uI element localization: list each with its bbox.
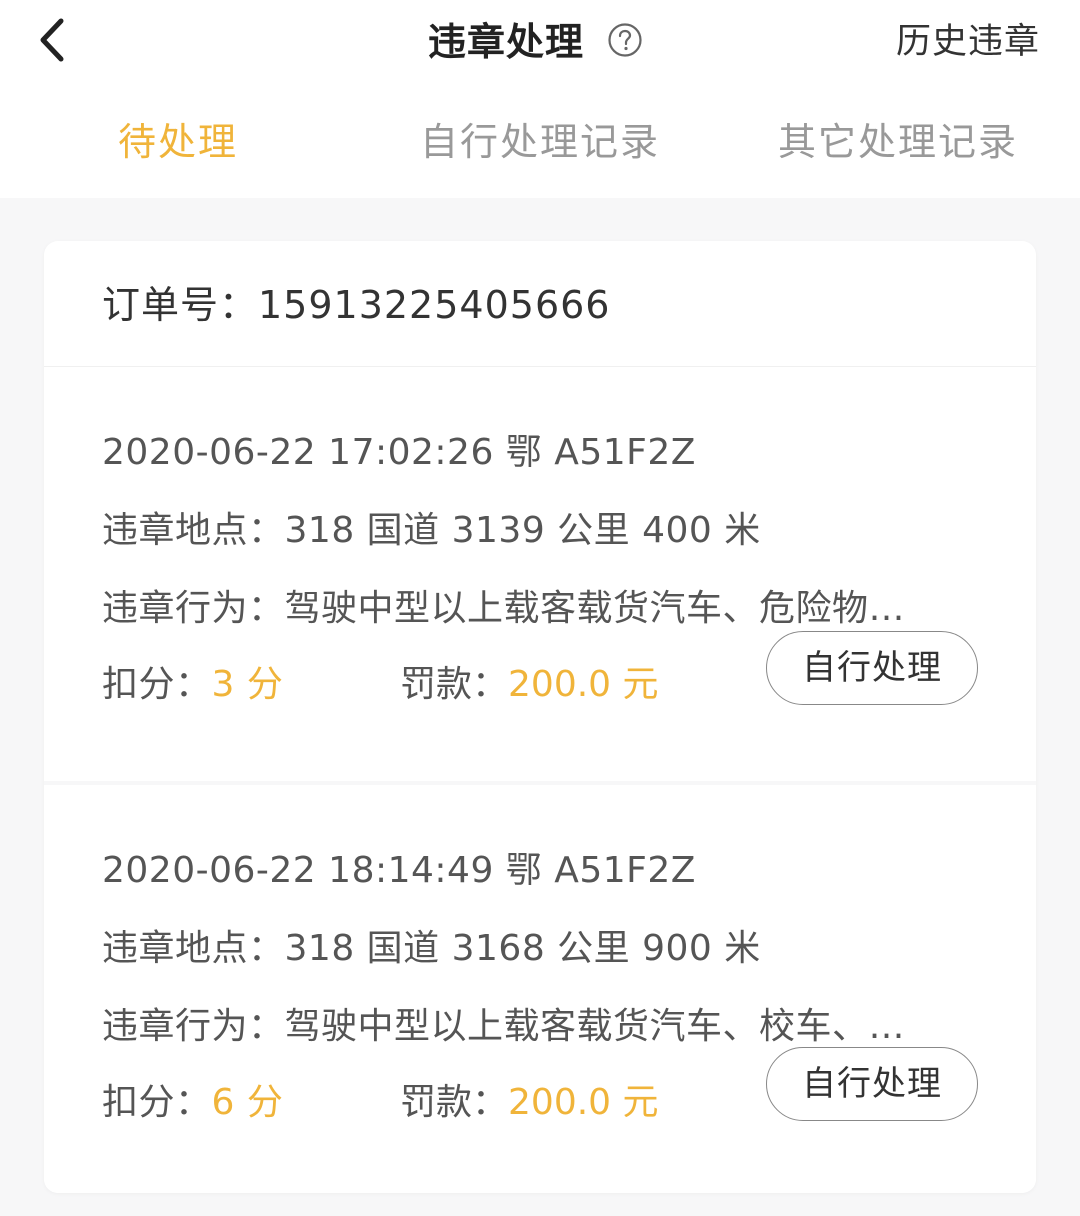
score-label: 扣分： bbox=[102, 1082, 212, 1123]
violation-location: 违章地点：318 国道 3139 公里 400 米 bbox=[102, 507, 761, 555]
order-number: 订单号：15913225405666 bbox=[102, 283, 611, 327]
fine-value: 200.0 元 bbox=[508, 1082, 659, 1123]
violation-time-plate: 2020-06-22 17:02:26 鄂 A51F2Z bbox=[102, 432, 696, 473]
order-header: 订单号：15913225405666 bbox=[44, 241, 1036, 367]
violation-behavior-label: 违章行为： bbox=[102, 588, 285, 629]
history-violations-link[interactable]: 历史违章 bbox=[896, 14, 1040, 70]
violation-behavior-value: 驾驶中型以上载客载货汽车、校车、… bbox=[284, 1006, 906, 1047]
score-value: 6 分 bbox=[211, 1082, 284, 1123]
score-label: 扣分： bbox=[102, 664, 212, 705]
order-card: 订单号：15913225405666 2020-06-22 17:02:26 鄂… bbox=[44, 241, 1036, 1193]
tab-other-processed-records[interactable]: 其它处理记录 bbox=[778, 104, 1018, 180]
violation-score: 扣分：3 分 bbox=[102, 661, 283, 709]
violation-behavior-label: 违章行为： bbox=[102, 1006, 285, 1047]
fine-value: 200.0 元 bbox=[508, 664, 659, 705]
fine-label: 罚款： bbox=[400, 1082, 509, 1123]
violation-behavior-value: 驾驶中型以上载客载货汽车、危险物… bbox=[284, 588, 906, 629]
tab-pending[interactable]: 待处理 bbox=[118, 104, 238, 180]
tab-bar: 待处理 自行处理记录 其它处理记录 bbox=[0, 104, 1080, 180]
violation-location-value: 318 国道 3139 公里 400 米 bbox=[284, 510, 761, 551]
self-process-button[interactable]: 自行处理 bbox=[766, 1047, 978, 1121]
violation-item: 2020-06-22 17:02:26 鄂 A51F2Z 违章地点：318 国道… bbox=[44, 367, 1036, 779]
violation-location-value: 318 国道 3168 公里 900 米 bbox=[284, 928, 761, 969]
navigation-bar: 违章处理 历史违章 bbox=[0, 0, 1080, 84]
violation-location-label: 违章地点： bbox=[102, 928, 285, 969]
violation-time-plate: 2020-06-22 18:14:49 鄂 A51F2Z bbox=[102, 850, 696, 891]
violation-fine: 罚款：200.0 元 bbox=[400, 1079, 659, 1127]
top-bar: 违章处理 历史违章 待处理 自行处理记录 其它处理记录 bbox=[0, 0, 1080, 198]
back-button[interactable] bbox=[28, 12, 76, 68]
chevron-left-icon bbox=[40, 18, 64, 62]
score-value: 3 分 bbox=[211, 664, 284, 705]
page-title: 违章处理 bbox=[428, 20, 585, 64]
violation-behavior: 违章行为：驾驶中型以上载客载货汽车、危险物… bbox=[102, 585, 1002, 633]
violation-location: 违章地点：318 国道 3168 公里 900 米 bbox=[102, 925, 761, 973]
violation-score: 扣分：6 分 bbox=[102, 1079, 283, 1127]
tab-self-processed-records[interactable]: 自行处理记录 bbox=[420, 104, 660, 180]
violation-item: 2020-06-22 18:14:49 鄂 A51F2Z 违章地点：318 国道… bbox=[44, 781, 1036, 1193]
violation-fine: 罚款：200.0 元 bbox=[400, 661, 659, 709]
violation-behavior: 违章行为：驾驶中型以上载客载货汽车、校车、… bbox=[102, 1003, 1002, 1051]
fine-label: 罚款： bbox=[400, 664, 509, 705]
self-process-button[interactable]: 自行处理 bbox=[766, 631, 978, 705]
violation-location-label: 违章地点： bbox=[102, 510, 285, 551]
question-circle-icon[interactable] bbox=[607, 22, 643, 58]
